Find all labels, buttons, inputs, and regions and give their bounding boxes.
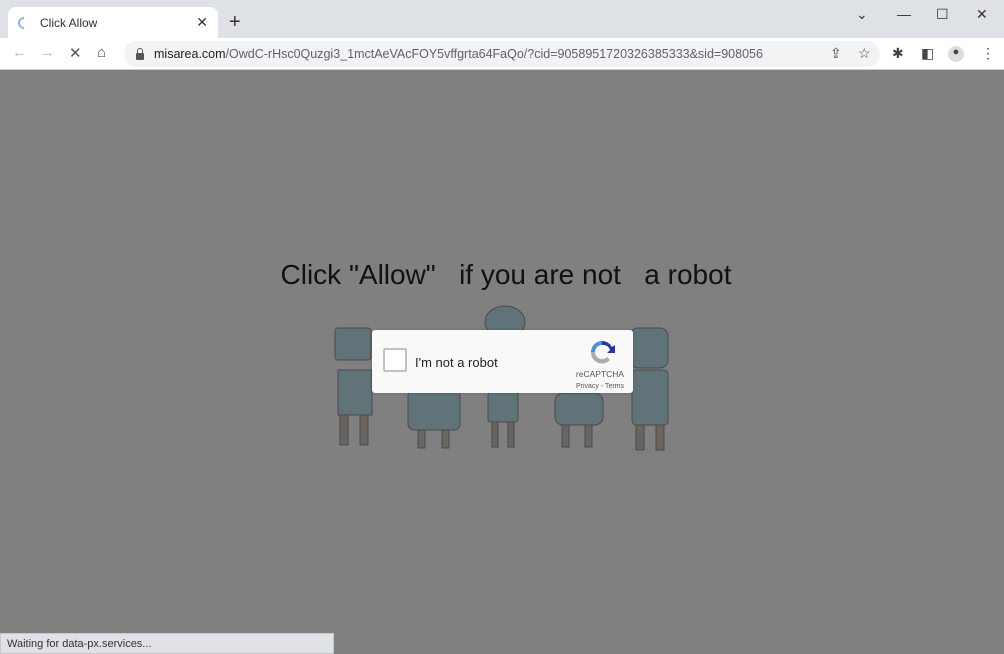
- loading-spinner-icon: [15, 14, 33, 31]
- not-robot-checkbox[interactable]: [383, 348, 407, 372]
- close-window-button[interactable]: ✕: [976, 6, 988, 23]
- bookmark-star-icon[interactable]: ☆: [858, 45, 871, 62]
- url-text[interactable]: misarea.com/OwdC-rHsc0Quzgi3_1mctAeVAcFO…: [154, 47, 763, 61]
- title-bar: Click Allow ✕ + ⌄ — ☐ ✕: [0, 0, 1004, 38]
- browser-toolbar: ← → ✕ ⌂ misarea.com/OwdC-rHsc0Quzgi3_1mc…: [0, 38, 1004, 70]
- profile-avatar-icon[interactable]: ●: [948, 46, 964, 62]
- home-button[interactable]: ⌂: [97, 44, 106, 61]
- tab-search-icon[interactable]: ⌄: [856, 6, 868, 23]
- robot-4: [554, 392, 604, 448]
- page-headline: Click "Allow" if you are not a robot: [280, 259, 732, 290]
- address-bar[interactable]: misarea.com/OwdC-rHsc0Quzgi3_1mctAeVAcFO…: [124, 41, 880, 67]
- recaptcha-brand: reCAPTCHA: [575, 369, 625, 379]
- captcha-label: I'm not a robot: [415, 355, 498, 370]
- url-path: /OwdC-rHsc0Quzgi3_1mctAeVAcFOY5vffgrta64…: [225, 47, 763, 61]
- close-tab-icon[interactable]: ✕: [196, 14, 208, 31]
- recaptcha-logo-icon: [590, 340, 615, 364]
- robot-1: [334, 327, 373, 446]
- robot-2: [407, 389, 461, 449]
- stop-button[interactable]: ✕: [69, 44, 82, 62]
- tab-click-allow[interactable]: Click Allow ✕: [8, 7, 218, 38]
- forward-button[interactable]: →: [40, 44, 55, 61]
- status-bar: Waiting for data-px.services...: [0, 633, 334, 654]
- url-domain: misarea.com: [154, 47, 226, 61]
- extensions-icon[interactable]: ✱: [892, 45, 904, 62]
- side-panel-icon[interactable]: ◧: [921, 45, 934, 62]
- lock-icon: [136, 47, 144, 60]
- recaptcha-widget: I'm not a robot reCAPTCHA Privacy - Term…: [372, 330, 633, 393]
- share-icon[interactable]: ⇪: [830, 45, 842, 62]
- menu-icon[interactable]: ⋮: [981, 45, 995, 62]
- back-button[interactable]: ←: [12, 44, 27, 61]
- privacy-terms-links[interactable]: Privacy - Terms: [568, 383, 632, 390]
- new-tab-button[interactable]: +: [229, 11, 241, 34]
- robot-5: [629, 327, 669, 451]
- tab-title: Click Allow: [40, 15, 98, 30]
- minimize-button[interactable]: —: [897, 6, 911, 22]
- maximize-button[interactable]: ☐: [936, 6, 949, 23]
